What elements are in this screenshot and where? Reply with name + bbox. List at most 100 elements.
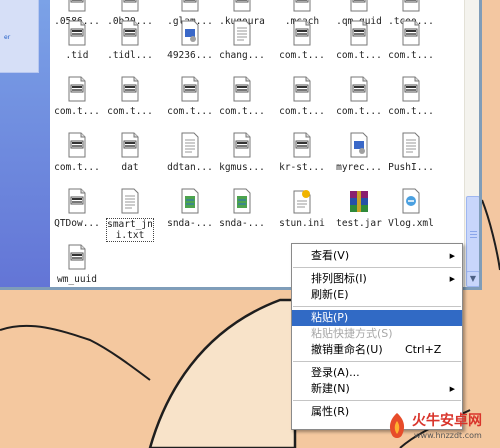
ini-file-icon <box>293 190 311 214</box>
file-name: PushI... <box>388 162 434 173</box>
winrar-archive-icon <box>350 191 368 212</box>
file-item[interactable]: com.t... <box>103 76 157 117</box>
file-item[interactable]: kr-st... <box>275 132 329 173</box>
task-pane-text: er <box>4 34 11 41</box>
file-name: com.t... <box>388 50 434 61</box>
unknown-file-icon <box>121 76 139 102</box>
file-item[interactable]: ddtan... <box>163 132 217 173</box>
unknown-file-icon <box>68 244 86 270</box>
file-name: com.t... <box>107 106 153 117</box>
file-name: dat <box>121 162 139 173</box>
menu-item-undo-rename[interactable]: 撤销重命名(U) Ctrl+Z <box>292 342 462 358</box>
file-item[interactable]: com.t... <box>332 76 386 117</box>
context-menu: 查看(V) ▶ 排列图标(I) ▶ 刷新(E) 粘贴(P) 粘贴快捷方式(S) … <box>291 243 463 430</box>
file-name: com.t... <box>279 50 325 61</box>
file-name: com.t... <box>167 106 213 117</box>
file-item[interactable]: QTDow... <box>50 188 104 229</box>
unknown-file-icon <box>121 20 139 46</box>
file-name: com.t... <box>336 50 382 61</box>
unknown-file-icon <box>293 20 311 46</box>
unknown-file-icon <box>233 132 251 158</box>
file-item[interactable]: com.t... <box>384 20 438 61</box>
unknown-file-icon <box>181 76 199 102</box>
text-file-icon <box>181 132 199 158</box>
unknown-file-icon <box>402 20 420 46</box>
file-item[interactable]: com.t... <box>163 76 217 117</box>
unknown-file-icon <box>350 76 368 102</box>
file-icon <box>293 0 311 12</box>
task-pane-panel: er <box>0 0 39 73</box>
file-name: test.jar <box>336 218 382 229</box>
watermark-brand: 火牛安卓网 <box>412 413 482 429</box>
file-name: wm_uuid <box>56 274 98 285</box>
vertical-scrollbar[interactable]: ▼ <box>464 0 479 287</box>
file-item[interactable]: com.t... <box>332 20 386 61</box>
unknown-file-icon <box>233 76 251 102</box>
menu-item-paste[interactable]: 粘贴(P) <box>292 310 462 326</box>
file-name: com.t... <box>279 106 325 117</box>
file-name: com.t... <box>336 106 382 117</box>
file-item[interactable]: com.t... <box>215 76 269 117</box>
menu-item-new[interactable]: 新建(N) ▶ <box>292 381 462 397</box>
script-file-icon <box>233 188 251 214</box>
file-name: smart_jni.txt <box>106 218 154 242</box>
unknown-file-icon <box>68 20 86 46</box>
file-item[interactable]: Vlog.xml <box>384 188 438 229</box>
scrollbar-thumb[interactable] <box>466 196 479 274</box>
xml-file-icon <box>402 188 420 214</box>
file-name: 49236... <box>167 50 213 61</box>
file-icon <box>68 0 86 12</box>
file-name: snda-... <box>219 218 265 229</box>
file-item[interactable]: myrec... <box>332 132 386 173</box>
watermark-url: www.hnzzdt.com <box>414 431 482 440</box>
file-item[interactable]: smart_jni.txt <box>103 188 157 242</box>
file-item[interactable]: PushI... <box>384 132 438 173</box>
unknown-file-icon <box>121 132 139 158</box>
file-icon <box>233 0 251 12</box>
unknown-file-icon <box>68 76 86 102</box>
file-item[interactable]: .tidl... <box>103 20 157 61</box>
menu-item-view[interactable]: 查看(V) ▶ <box>292 248 462 264</box>
file-name: QTDow... <box>54 218 100 229</box>
file-item[interactable]: snda-... <box>163 188 217 229</box>
undo-shortcut-label: Ctrl+Z <box>405 343 442 356</box>
file-name: com.t... <box>54 106 100 117</box>
file-name: stun.ini <box>279 218 325 229</box>
file-item[interactable]: 49236... <box>163 20 217 61</box>
unknown-file-icon <box>68 188 86 214</box>
text-file-icon <box>121 188 139 214</box>
file-item[interactable]: com.t... <box>275 76 329 117</box>
file-icon <box>350 0 368 12</box>
file-item[interactable]: dat <box>103 132 157 173</box>
scroll-down-button[interactable]: ▼ <box>466 271 479 287</box>
file-item[interactable]: kgmus... <box>215 132 269 173</box>
file-item[interactable]: test.jar <box>332 188 386 229</box>
file-item[interactable]: com.t... <box>275 20 329 61</box>
task-pane: er <box>0 0 50 287</box>
text-file-icon <box>233 20 251 46</box>
submenu-arrow-icon: ▶ <box>449 275 455 283</box>
file-item[interactable]: .tid <box>50 20 104 61</box>
file-item[interactable]: snda-... <box>215 188 269 229</box>
file-name: chang... <box>219 50 265 61</box>
file-name: snda-... <box>167 218 213 229</box>
menu-item-login[interactable]: 登录(A)... <box>292 365 462 381</box>
file-item[interactable]: com.t... <box>384 76 438 117</box>
unknown-file-icon <box>402 76 420 102</box>
file-name: com.t... <box>219 106 265 117</box>
file-item[interactable]: chang... <box>215 20 269 61</box>
file-item[interactable]: wm_uuid <box>50 244 104 285</box>
menu-item-arrange-icons[interactable]: 排列图标(I) ▶ <box>292 271 462 287</box>
menu-item-paste-shortcut[interactable]: 粘贴快捷方式(S) <box>292 326 462 342</box>
file-name: kgmus... <box>219 162 265 173</box>
file-item[interactable]: com.t... <box>50 76 104 117</box>
file-item[interactable]: com.t... <box>50 132 104 173</box>
file-name: kr-st... <box>279 162 325 173</box>
file-icon <box>121 0 139 12</box>
file-name: ddtan... <box>167 162 213 173</box>
file-name: Vlog.xml <box>388 218 434 229</box>
menu-item-refresh[interactable]: 刷新(E) <box>292 287 462 303</box>
menu-separator <box>293 361 461 362</box>
unknown-file-icon <box>68 132 86 158</box>
file-item[interactable]: stun.ini <box>275 188 329 229</box>
